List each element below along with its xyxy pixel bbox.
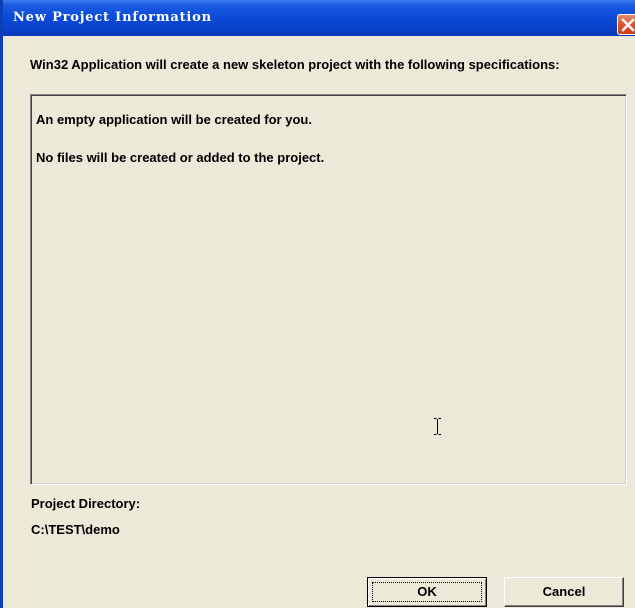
window-title: New Project Information bbox=[13, 10, 212, 25]
project-directory-label: Project Directory: bbox=[31, 496, 141, 511]
focus-rectangle bbox=[372, 582, 482, 602]
ok-button[interactable]: OK bbox=[367, 577, 487, 607]
spec-line-2: No files will be created or added to the… bbox=[36, 150, 325, 165]
intro-text: Win32 Application will create a new skel… bbox=[30, 57, 560, 72]
title-bar[interactable]: New Project Information bbox=[3, 0, 635, 36]
close-icon bbox=[621, 18, 635, 32]
text-cursor-icon bbox=[434, 418, 441, 435]
new-project-information-dialog: New Project Information Win32 Applicatio… bbox=[0, 0, 635, 608]
cancel-button[interactable]: Cancel bbox=[504, 577, 624, 607]
spec-line-1: An empty application will be created for… bbox=[36, 112, 312, 127]
project-directory-value: C:\TEST\demo bbox=[31, 522, 120, 537]
cancel-button-label: Cancel bbox=[542, 584, 586, 599]
close-button[interactable] bbox=[617, 14, 635, 35]
specifications-box[interactable]: An empty application will be created for… bbox=[30, 94, 627, 485]
